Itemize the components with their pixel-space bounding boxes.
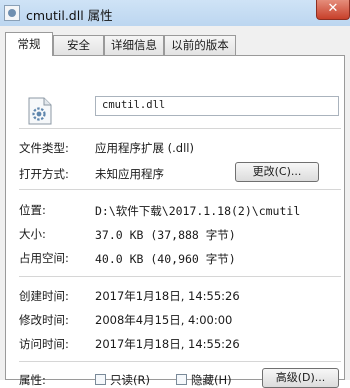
tab-previous-versions[interactable]: 以前的版本 — [164, 35, 236, 55]
general-tab-panel: cmutil.dll 文件类型: 应用程序扩展 (.dll) 打开方式: 未知应… — [5, 55, 345, 388]
advanced-button[interactable]: 高级(D)... — [262, 368, 339, 388]
modified-value: 2008年4月15日, 4:00:00 — [95, 313, 233, 327]
created-value: 2017年1月18日, 14:55:26 — [95, 289, 240, 303]
hidden-label[interactable]: 隐藏(H) — [191, 372, 232, 388]
divider — [19, 189, 341, 190]
attributes-label: 属性: — [19, 373, 46, 387]
change-button[interactable]: 更改(C)... — [235, 162, 319, 182]
tab-general[interactable]: 常规 — [5, 32, 53, 56]
accessed-value: 2017年1月18日, 14:55:26 — [95, 337, 240, 351]
dll-file-icon — [4, 5, 20, 21]
dll-gear-file-icon — [28, 97, 52, 125]
location-value: D:\软件下载\2017.1.18(2)\cmutil — [95, 204, 301, 218]
created-label: 创建时间: — [19, 289, 69, 303]
opens-with-value: 未知应用程序 — [95, 167, 164, 181]
tab-security[interactable]: 安全 — [53, 35, 104, 55]
location-label: 位置: — [19, 203, 46, 217]
opens-with-label: 打开方式: — [19, 167, 69, 181]
size-label: 大小: — [19, 227, 46, 241]
size-on-disk-label: 占用空间: — [19, 251, 69, 265]
divider — [19, 361, 341, 362]
divider — [19, 276, 341, 277]
file-type-value: 应用程序扩展 (.dll) — [95, 141, 194, 155]
file-name-field[interactable]: cmutil.dll — [95, 96, 339, 116]
file-type-label: 文件类型: — [19, 141, 69, 155]
modified-label: 修改时间: — [19, 313, 69, 327]
size-on-disk-value: 40.0 KB (40,960 字节) — [95, 252, 236, 266]
window-title: cmutil.dll 属性 — [26, 8, 113, 23]
size-value: 37.0 KB (37,888 字节) — [95, 228, 236, 242]
accessed-label: 访问时间: — [19, 337, 69, 351]
readonly-label[interactable]: 只读(R) — [110, 372, 150, 388]
divider — [19, 128, 341, 129]
close-button[interactable]: ✕ — [316, 0, 350, 20]
title-bar: cmutil.dll 属性 ✕ — [0, 0, 350, 26]
tab-details[interactable]: 详细信息 — [104, 35, 164, 55]
dialog-body: 常规 安全 详细信息 以前的版本 cmutil.dll 文件类型: 应用程序扩展… — [0, 26, 350, 388]
